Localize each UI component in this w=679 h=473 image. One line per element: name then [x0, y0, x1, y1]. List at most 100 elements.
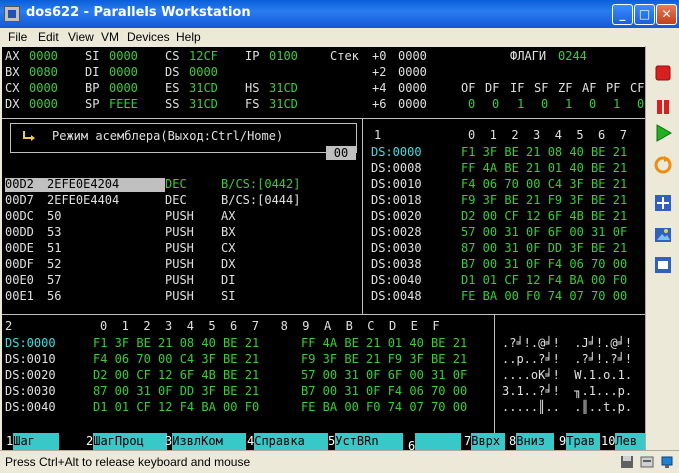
disasm-address[interactable]: 00D7 [5, 194, 34, 208]
memory-address[interactable]: DS:0040 [5, 401, 56, 415]
memory-bytes[interactable]: B7 00 31 0F F4 06 70 00 [301, 385, 467, 399]
memory-address[interactable]: DS:0020 [371, 210, 422, 224]
disasm-mnemonic[interactable]: DEC [165, 194, 187, 208]
memory-bytes[interactable]: F1 3F BE 21 08 40 BE 21 [93, 337, 259, 351]
disasm-mnemonic[interactable]: PUSH [165, 210, 194, 224]
memory-bytes[interactable]: B7 00 31 0F F4 06 70 00 [461, 258, 627, 272]
memory-bytes[interactable]: 57 00 31 0F 6F 00 31 0F [301, 369, 467, 383]
memory-address[interactable]: DS:0030 [371, 242, 422, 256]
memory-bytes[interactable]: F4 06 70 00 C4 3F BE 21 [93, 353, 259, 367]
fkey-step-proc[interactable]: 2ШагПроц [86, 433, 168, 450]
fkey-6[interactable]: 6 [408, 433, 462, 450]
memory-bytes[interactable]: FF 4A BE 21 01 40 BE 21 [461, 162, 627, 176]
fullscreen-icon[interactable] [654, 194, 672, 212]
menu-vm[interactable]: VM [101, 30, 119, 44]
memory-address[interactable]: DS:0038 [371, 258, 422, 272]
cdrom-icon[interactable] [640, 455, 654, 469]
disasm-operand[interactable]: SI [221, 290, 235, 304]
memory-bytes[interactable]: FF 4A BE 21 01 40 BE 21 [301, 337, 467, 351]
disasm-operand[interactable]: B/CS:[0442] [221, 178, 300, 192]
disasm-bytes[interactable]: 53 [47, 226, 61, 240]
disasm-operand[interactable]: B/CS:[0444] [221, 194, 300, 208]
memory-address[interactable]: DS:0028 [371, 226, 422, 240]
menu-devices[interactable]: Devices [127, 30, 170, 44]
memory-ascii[interactable]: З.1..?╛! ╖.1...p. [502, 385, 632, 399]
memory-bytes[interactable]: F9 3F BE 21 F9 3F BE 21 [461, 194, 627, 208]
floppy-icon[interactable] [620, 455, 634, 469]
disasm-operand[interactable]: BX [221, 226, 235, 240]
stop-icon[interactable] [654, 64, 672, 82]
disasm-bytes[interactable]: 51 [47, 242, 61, 256]
disasm-mnemonic[interactable]: PUSH [165, 274, 194, 288]
fkey-up[interactable]: 7Вврх [464, 433, 506, 450]
disasm-operand[interactable]: AX [221, 210, 235, 224]
minimize-button[interactable]: _ [612, 4, 633, 25]
fkey-left[interactable]: 10Лев [601, 433, 645, 450]
memory-bytes[interactable]: FE BA 00 F0 74 07 70 00 [301, 401, 467, 415]
memory-bytes[interactable]: 87 00 31 0F DD 3F BE 21 [461, 242, 627, 256]
memory-bytes[interactable]: F4 06 70 00 C4 3F BE 21 [461, 178, 627, 192]
disasm-mnemonic[interactable]: PUSH [165, 290, 194, 304]
memory-bytes[interactable]: D1 01 CF 12 F4 BA 00 F0 [93, 401, 259, 415]
pause-icon[interactable] [654, 98, 672, 116]
memory-address[interactable]: DS:0018 [371, 194, 422, 208]
disasm-mnemonic[interactable]: PUSH [165, 226, 194, 240]
maximize-button[interactable]: □ [634, 4, 655, 25]
memory-bytes[interactable]: 57 00 31 0F 6F 00 31 0F [461, 226, 627, 240]
disasm-bytes[interactable]: 50 [47, 210, 61, 224]
disasm-address[interactable]: 00E0 [5, 274, 34, 288]
memory-bytes[interactable]: 87 00 31 0F DD 3F BE 21 [93, 385, 259, 399]
fkey-set-breakpoint[interactable]: 5УстBRn [328, 433, 404, 450]
memory-ascii[interactable]: ....oK╛! W.1.o.1. [502, 369, 632, 383]
memory-address[interactable]: DS:0030 [5, 385, 56, 399]
screenshot-icon[interactable] [654, 226, 672, 244]
disasm-mnemonic[interactable]: PUSH [165, 242, 194, 256]
memory-address[interactable]: DS:0020 [5, 369, 56, 383]
memory-address[interactable]: DS:0048 [371, 290, 422, 304]
memory-ascii[interactable]: .....║.. .║..t.p. [502, 401, 632, 415]
memory-address[interactable]: DS:0010 [5, 353, 56, 367]
disasm-address[interactable]: 00DC [5, 210, 34, 224]
disasm-mnemonic[interactable]: DEC [165, 178, 187, 192]
memory-address[interactable]: DS:0008 [371, 162, 422, 176]
memory-ascii[interactable]: .?╛!.@╛! .J╛!.@╛! [502, 337, 632, 351]
disasm-address[interactable]: 00E1 [5, 290, 34, 304]
fkey-fetch-cmd[interactable]: 3ИзвлКом [165, 433, 247, 450]
memory-address[interactable]: DS:0000 [5, 337, 56, 351]
memory-address[interactable]: DS:0010 [371, 178, 422, 192]
memory-bytes[interactable]: F1 3F BE 21 08 40 BE 21 [461, 146, 627, 160]
memory-bytes[interactable]: D1 01 CF 12 F4 BA 00 F0 [461, 274, 627, 288]
reset-icon[interactable] [654, 156, 672, 174]
fkey-down[interactable]: 8Вниз [509, 433, 555, 450]
menu-view[interactable]: View [68, 30, 94, 44]
memory-ascii[interactable]: ..p..?╛! .?╛!.?╛! [502, 353, 632, 367]
fkey-help[interactable]: 4Справка [247, 433, 329, 450]
disasm-address[interactable]: 00DF [5, 258, 34, 272]
disasm-operand[interactable]: DI [221, 274, 235, 288]
disasm-bytes[interactable]: 56 [47, 290, 61, 304]
memory-bytes[interactable]: FE BA 00 F0 74 07 70 00 [461, 290, 627, 304]
menu-edit[interactable]: Edit [38, 30, 59, 44]
disasm-operand[interactable]: DX [221, 258, 235, 272]
disasm-bytes[interactable]: 52 [47, 258, 61, 272]
disasm-operand[interactable]: CX [221, 242, 235, 256]
disasm-mnemonic[interactable]: PUSH [165, 258, 194, 272]
disasm-address[interactable]: 00DE [5, 242, 34, 256]
memory-bytes[interactable]: D2 00 CF 12 6F 4B BE 21 [461, 210, 627, 224]
disasm-bytes[interactable]: 57 [47, 274, 61, 288]
fkey-right[interactable]: 9Трав [559, 433, 601, 450]
memory-bytes[interactable]: D2 00 CF 12 6F 4B BE 21 [93, 369, 259, 383]
window-icon[interactable] [654, 256, 672, 274]
memory-address[interactable]: DS:0000 [371, 146, 422, 160]
disasm-bytes[interactable]: 2EFE0E4404 [47, 194, 119, 208]
vm-screen[interactable]: AX 0000 SI 0000 CS 12CF IP 0100 BX 0080 … [2, 47, 645, 450]
close-button[interactable]: ✕ [656, 4, 677, 25]
menu-help[interactable]: Help [176, 30, 201, 44]
memory-bytes[interactable]: F9 3F BE 21 F9 3F BE 21 [301, 353, 467, 367]
play-icon[interactable] [654, 124, 672, 142]
disasm-address[interactable]: 00DD [5, 226, 34, 240]
menu-file[interactable]: File [8, 30, 27, 44]
fkey-step[interactable]: 1Шаг [6, 433, 60, 450]
memory-address[interactable]: DS:0040 [371, 274, 422, 288]
disasm-bytes[interactable]: 2EFE0E4204 [47, 178, 120, 192]
